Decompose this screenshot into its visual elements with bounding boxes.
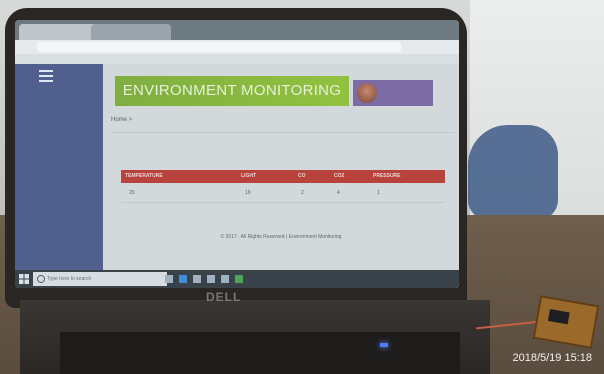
dell-logo: DELL — [206, 290, 242, 304]
laptop-screen: ENVIRONMENT MONITORING Home > TEMPERATUR… — [15, 20, 459, 288]
mail-icon[interactable] — [221, 275, 229, 283]
microcontroller-chip — [547, 309, 570, 325]
table-row: 29 19 2 4 1 — [121, 188, 445, 200]
windows-start-icon[interactable] — [19, 274, 29, 284]
power-led — [380, 343, 388, 347]
store-icon[interactable] — [207, 275, 215, 283]
task-view-icon[interactable] — [165, 275, 173, 283]
url-input[interactable] — [37, 42, 401, 52]
value-temperature: 29 — [129, 190, 135, 196]
chrome-icon[interactable] — [235, 275, 243, 283]
header-temperature: TEMPERATURE — [125, 173, 163, 179]
header-co: CO — [298, 173, 306, 179]
edge-browser-icon[interactable] — [179, 275, 187, 283]
browser-tab-strip — [15, 20, 459, 40]
divider — [111, 132, 455, 133]
bookmarks-bar — [15, 54, 459, 64]
address-bar — [15, 40, 459, 54]
header-light: LIGHT — [241, 173, 256, 179]
file-explorer-icon[interactable] — [193, 275, 201, 283]
hamburger-menu-icon[interactable] — [39, 70, 53, 82]
blue-chair — [468, 125, 558, 220]
keyboard — [60, 332, 460, 374]
row-divider — [121, 202, 445, 203]
value-co2: 4 — [337, 190, 340, 196]
windows-taskbar: Type here to search — [15, 270, 459, 288]
sensor-table-header: TEMPERATURE LIGHT CO CO2 PRESSURE — [121, 170, 445, 183]
laptop-lid: ENVIRONMENT MONITORING Home > TEMPERATUR… — [5, 8, 467, 308]
header-pressure: PRESSURE — [373, 173, 401, 179]
breadcrumb[interactable]: Home > — [111, 117, 132, 123]
value-pressure: 1 — [377, 190, 380, 196]
avatar — [357, 83, 377, 103]
user-profile-box[interactable] — [353, 80, 433, 106]
taskbar-search-input[interactable]: Type here to search — [33, 272, 167, 286]
photo-scene: ENVIRONMENT MONITORING Home > TEMPERATUR… — [0, 0, 604, 374]
search-icon — [37, 275, 45, 283]
value-co: 2 — [301, 190, 304, 196]
sidebar — [15, 64, 103, 288]
browser-tab-1[interactable] — [19, 24, 99, 40]
page-footer: © 2017 . All Rights Reserved | Environme… — [220, 234, 342, 240]
header-co2: CO2 — [334, 173, 345, 179]
browser-tab-2[interactable] — [91, 24, 171, 40]
photo-timestamp: 2018/5/19 15:18 — [512, 352, 592, 364]
page-title-banner: ENVIRONMENT MONITORING — [115, 76, 349, 106]
value-light: 19 — [245, 190, 251, 196]
main-content: ENVIRONMENT MONITORING Home > TEMPERATUR… — [103, 64, 459, 288]
